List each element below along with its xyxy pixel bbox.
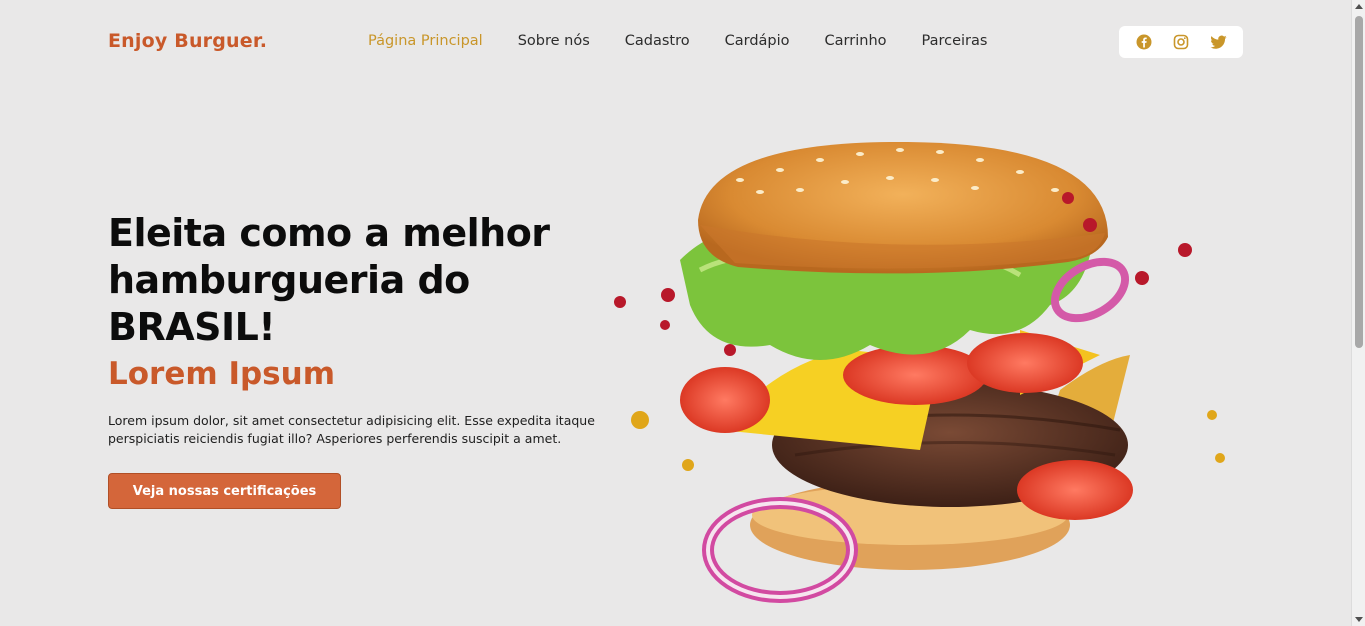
social-links <box>1119 26 1243 58</box>
nav-item-carrinho[interactable]: Carrinho <box>825 33 887 49</box>
hero-description: Lorem ipsum dolor, sit amet consectetur … <box>108 413 595 446</box>
instagram-icon[interactable] <box>1172 33 1190 51</box>
nav-item-cardapio[interactable]: Cardápio <box>725 33 790 49</box>
hero-title: Eleita como a melhor hamburgueria do BRA… <box>108 211 550 349</box>
certifications-button[interactable]: Veja nossas certificações <box>108 473 341 509</box>
hero-subtitle: Lorem Ipsum <box>108 356 336 392</box>
scroll-down-icon[interactable] <box>1355 617 1363 622</box>
scrollbar-thumb[interactable] <box>1355 16 1363 348</box>
nav-item-sobre-nos[interactable]: Sobre nós <box>518 33 590 49</box>
scroll-up-icon[interactable] <box>1355 4 1363 9</box>
facebook-icon[interactable] <box>1135 33 1153 51</box>
main-nav: Página Principal Sobre nós Cadastro Card… <box>368 33 1022 49</box>
nav-item-parceiras[interactable]: Parceiras <box>922 33 988 49</box>
nav-item-cadastro[interactable]: Cadastro <box>625 33 690 49</box>
twitter-icon[interactable] <box>1209 33 1227 51</box>
brand-logo[interactable]: Enjoy Burguer. <box>108 30 267 52</box>
nav-item-pagina-principal[interactable]: Página Principal <box>368 33 483 49</box>
site-header: Enjoy Burguer. Página Principal Sobre nó… <box>0 0 1351 84</box>
burger-image <box>600 130 1240 620</box>
page-scrollbar[interactable] <box>1351 0 1365 626</box>
